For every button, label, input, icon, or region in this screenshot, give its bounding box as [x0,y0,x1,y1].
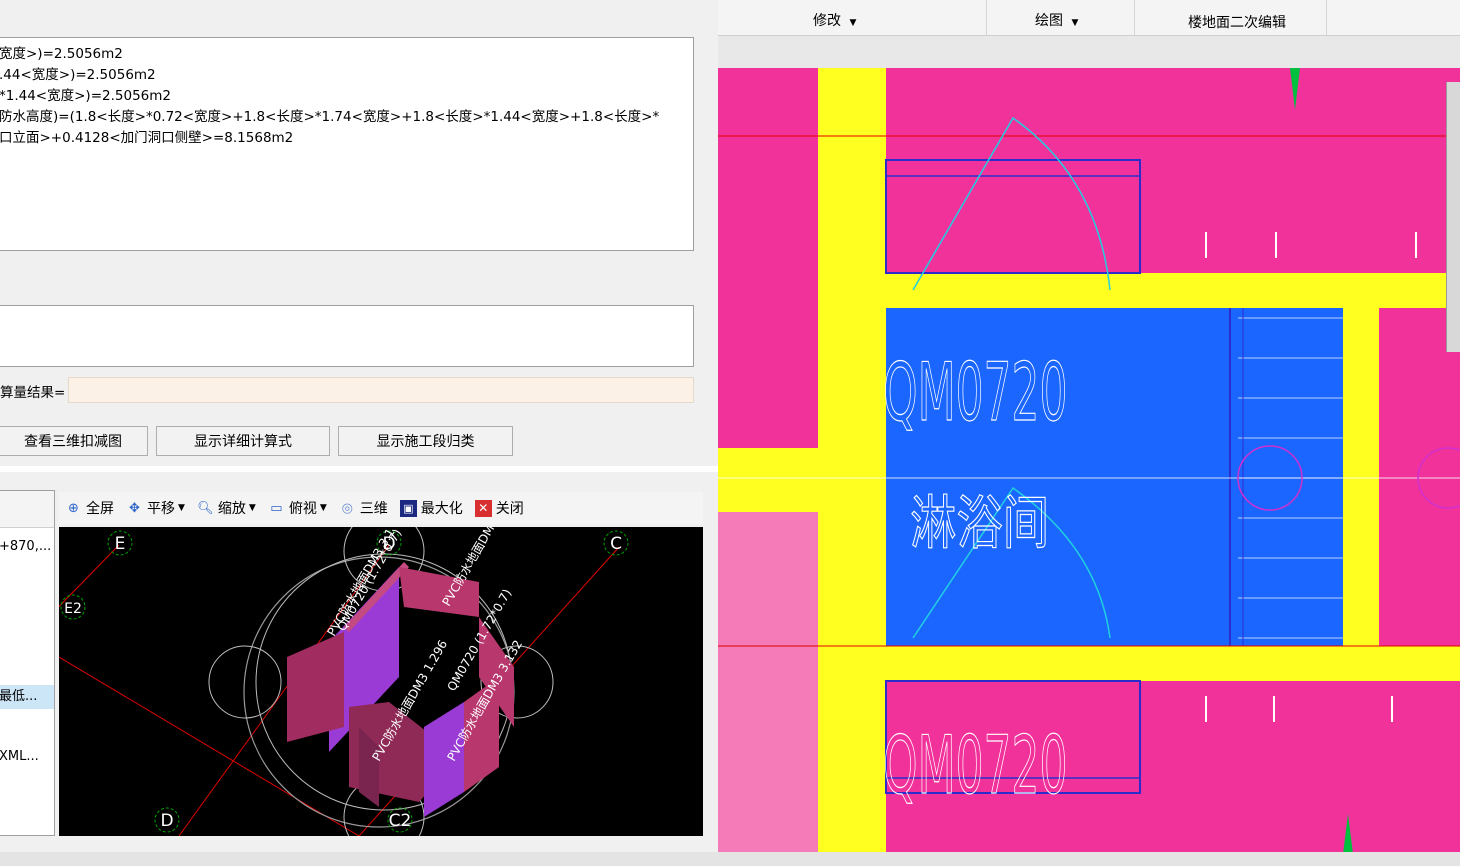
menu-modify[interactable]: 修改 ▼ [813,10,856,30]
door-frame [885,159,1141,274]
top-view-icon: ▭ [270,500,283,516]
wall-face [287,632,344,742]
axis-label: E2 [64,601,82,617]
show-section-group-button[interactable]: 显示施工段归类 [338,426,513,456]
formula-line: *1.44<宽度>)=2.5056m2 [0,88,171,104]
manual-formula-textbox[interactable] [0,305,694,367]
floor-plan-drawing: QM0720 QM0720 淋浴间 [718,68,1460,854]
status-strip [0,852,1460,866]
chevron-down-icon: ▼ [1071,18,1079,28]
formula-line: .44<宽度>)=2.5056m2 [0,67,156,83]
result-field [68,377,694,403]
marker [1343,814,1353,854]
fullscreen-icon: ⊕ [68,500,79,516]
menu-floor-edit[interactable]: 楼地面二次编辑 [1188,12,1286,32]
result-label: 算量结果= [0,385,66,401]
door-label: QM0720 [883,720,1068,813]
panel-divider [0,466,718,472]
close-viewer-button[interactable]: ✕ 关闭 [474,498,524,518]
menu-separator [1326,0,1327,35]
menu-separator [1134,0,1135,35]
calculation-dialog: 宽度>)=2.5056m2 .44<宽度>)=2.5056m2 *1.44<宽度… [0,0,718,866]
maximize-label: 最大化 [420,501,463,517]
room-fill [1379,308,1460,646]
maximize-icon: ▣ [399,499,417,517]
pan-icon: ✥ [129,500,140,516]
pan-button[interactable]: ✥ 平移 ▼ [126,498,185,518]
chevron-down-icon: ▼ [248,503,256,513]
view-3d-deduction-button[interactable]: 查看三维扣减图 [0,426,148,456]
three-d-icon: ◎ [341,500,353,516]
fullscreen-button[interactable]: ⊕ 全屏 [65,498,114,518]
3d-view-canvas: E D C E2 D C2 QM0720 (1.72*0.7) PVC防水地面D… [38,510,629,858]
axis-label: D [160,811,173,831]
formula-line: 防水高度)=(1.8<长度>*0.72<宽度>+1.8<长度>*1.74<宽度>… [0,109,660,125]
axis-label: C [610,534,622,554]
axis-label: C2 [389,811,412,831]
door-label: QM0720 [883,347,1068,440]
formula-line: 口立面>+0.4128<加门洞口侧壁>=8.1568m2 [0,130,294,146]
cad-canvas[interactable]: QM0720 QM0720 淋浴间 [718,68,1460,854]
pan-label: 平移 [147,501,175,517]
cad-side-toolbar[interactable] [1446,82,1460,352]
door-swing-arc [912,116,1111,291]
wall [848,273,886,681]
viewer-toolbar: ⊕ 全屏 ✥ 平移 ▼ 🔍︎ 缩放 ▼ ▭ 俯视 ▼ ◎ 三维 ▣ 最大化 ✕ … [59,492,703,524]
show-detail-formula-button[interactable]: 显示详细计算式 [156,426,330,456]
wall [718,448,818,512]
3d-viewer[interactable]: E D C E2 D C2 QM0720 (1.72*0.7) PVC防水地面D… [38,510,703,858]
maximize-button[interactable]: ▣ 最大化 [399,498,463,518]
three-d-label: 三维 [359,501,388,517]
zoom-label: 缩放 [217,501,246,517]
list-item[interactable]: 最低... [0,685,54,709]
menu-draw[interactable]: 绘图 ▼ [1035,10,1078,30]
list-header [0,491,54,528]
menu-separator [986,0,987,35]
formula-line: 宽度>)=2.5056m2 [0,46,123,62]
axis-label: E [115,534,126,554]
close-icon: ✕ [474,499,492,517]
component-list[interactable]: +870,... 最低... XML... [0,490,55,836]
list-item[interactable]: +870,... [0,535,54,559]
menu-draw-label: 绘图 [1035,13,1063,29]
fullscreen-label: 全屏 [86,501,114,517]
room-fill [718,512,818,854]
menu-modify-label: 修改 [813,13,841,29]
chevron-down-icon: ▼ [849,18,857,28]
chevron-down-icon: ▼ [319,503,327,513]
cad-menubar: 修改 ▼ 绘图 ▼ 楼地面二次编辑 [718,0,1460,36]
marker [1290,68,1300,110]
top-view-label: 俯视 [288,501,317,517]
top-view-button[interactable]: ▭ 俯视 ▼ [268,498,327,518]
chevron-down-icon: ▼ [178,503,185,513]
formula-textbox[interactable]: 宽度>)=2.5056m2 .44<宽度>)=2.5056m2 *1.44<宽度… [0,37,694,251]
magnifier-icon: 🔍︎ [197,500,214,516]
close-label: 关闭 [495,501,524,517]
list-item[interactable]: XML... [0,745,54,769]
three-d-button[interactable]: ◎ 三维 [339,498,388,518]
wall [852,68,882,273]
room-label: 淋浴间 [910,490,1049,557]
cad-subtoolbar [718,36,1460,68]
zoom-button[interactable]: 🔍︎ 缩放 ▼ [197,498,256,518]
wall [1343,273,1379,681]
